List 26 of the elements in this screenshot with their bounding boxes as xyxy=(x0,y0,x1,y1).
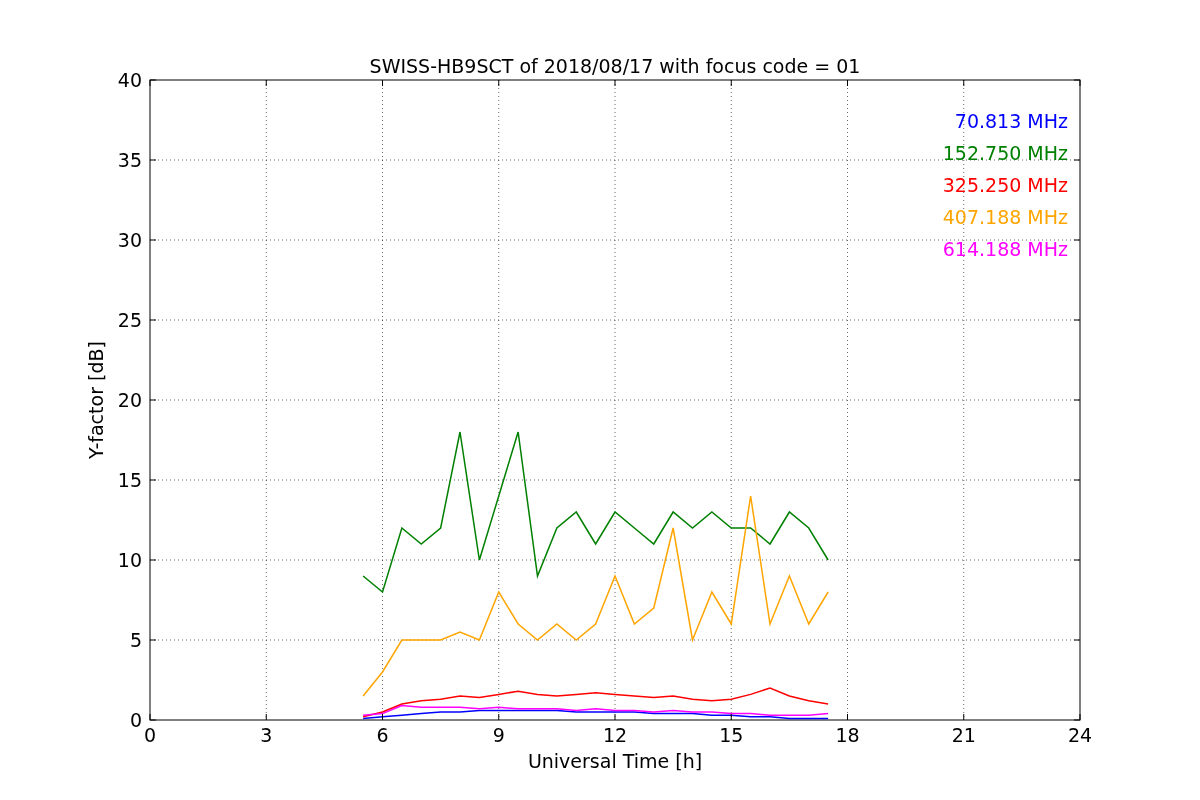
x-tick-label: 9 xyxy=(492,724,505,746)
x-tick-label: 18 xyxy=(835,724,860,746)
y-tick-label: 20 xyxy=(117,389,142,411)
x-axis-label: Universal Time [h] xyxy=(527,750,703,772)
y-tick-label: 35 xyxy=(117,149,142,171)
legend-label: 614.188 MHz xyxy=(942,238,1068,260)
chart-title: SWISS-HB9SCT of 2018/08/17 with focus code = 01 xyxy=(369,55,861,77)
legend-label: 407.188 MHz xyxy=(942,206,1068,228)
x-tick-label: 15 xyxy=(719,724,744,746)
y-tick-label: 25 xyxy=(117,309,142,331)
legend-label: 325.250 MHz xyxy=(942,174,1068,196)
x-tick-label: 6 xyxy=(376,724,389,746)
x-tick-label: 24 xyxy=(1067,724,1093,746)
x-tick-label: 12 xyxy=(602,724,628,746)
x-tick-label: 21 xyxy=(951,724,976,746)
y-tick-label: 0 xyxy=(129,709,142,731)
x-tick-label: 0 xyxy=(143,724,157,746)
y-tick-label: 30 xyxy=(117,229,142,251)
x-tick-label: 3 xyxy=(260,724,273,746)
y-tick-label: 5 xyxy=(129,629,142,651)
legend-label: 70.813 MHz xyxy=(954,110,1068,132)
y-tick-label: 10 xyxy=(117,549,142,571)
y-axis-label: Y-factor [dB] xyxy=(85,341,107,459)
y-tick-label: 15 xyxy=(117,469,142,491)
legend-label: 152.750 MHz xyxy=(942,142,1068,164)
y-tick-label: 40 xyxy=(117,69,142,91)
